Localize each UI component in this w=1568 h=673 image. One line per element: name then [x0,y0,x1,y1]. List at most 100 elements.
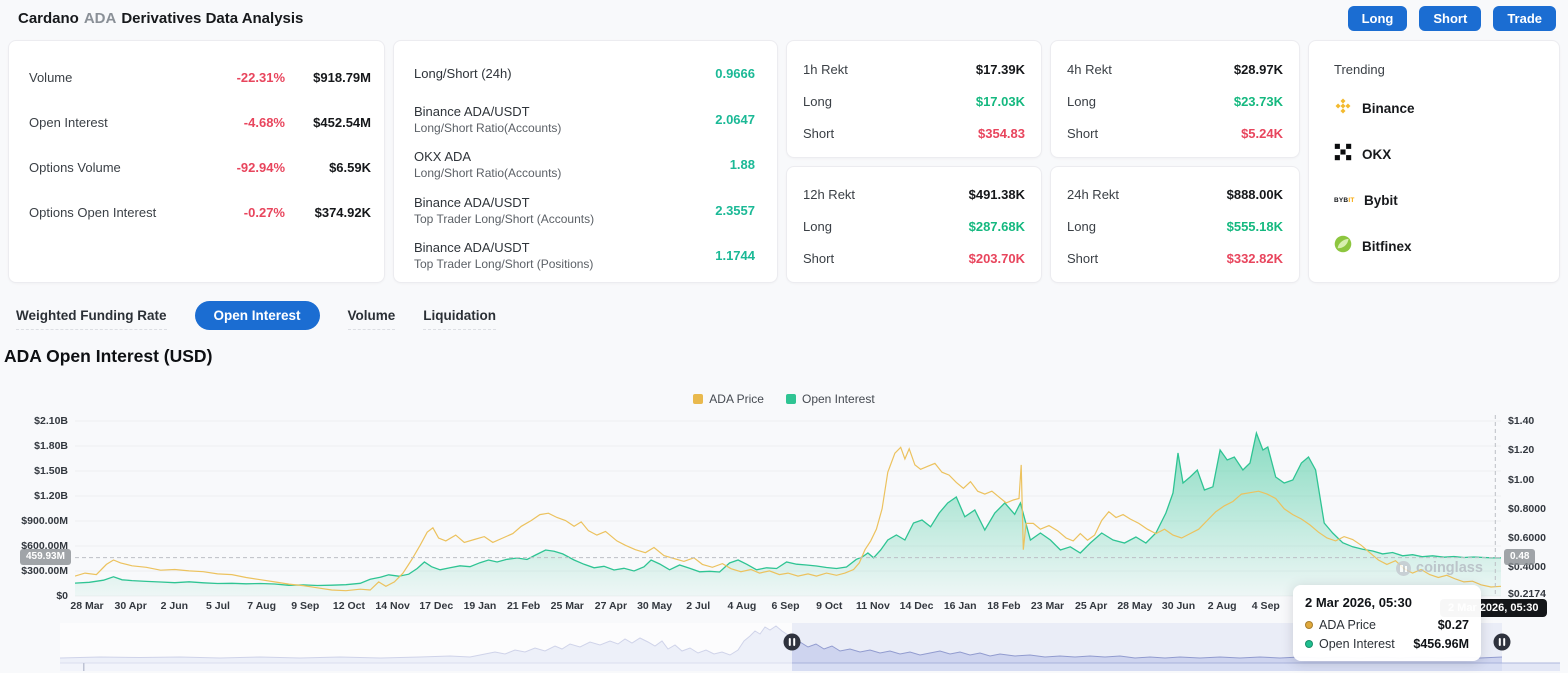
ratio-sublabel: Long/Short Ratio(Accounts) [414,120,562,135]
x-axis-label: 4 Sep [1251,600,1280,612]
y-axis-right-label: $0.8000 [1508,502,1546,515]
rekt-long-value: $23.73K [1233,93,1283,109]
rekt-long-row: Long $17.03K [803,85,1025,117]
long-button[interactable]: Long [1347,5,1408,31]
rekt-short-row: Short $5.24K [1067,117,1283,149]
rekt-long-label: Long [803,93,832,109]
stat-value: $452.54M [313,115,371,130]
legend-item-ada-price[interactable]: ADA Price [693,392,764,406]
trending-item-okx[interactable]: OKX [1334,132,1559,177]
page-title-prefix: Cardano [18,9,79,27]
rekt-long-label: Long [803,219,832,234]
y-axis-left-label: $1.80B [34,440,68,452]
ratio-label: Long/Short (24h) [414,66,512,82]
legend-item-open-interest[interactable]: Open Interest [785,392,875,406]
chart-area: ADA Price Open Interest 459.93M 0.48 2 M… [0,390,1568,673]
market-summary-card: Volume -22.31% $918.79M Open Interest -4… [8,40,385,283]
summary-row-options-open-interest: Options Open Interest -0.27% $374.92K [29,190,371,235]
tab-weighted-funding-rate[interactable]: Weighted Funding Rate [16,302,167,330]
rekt-short-value: $5.24K [1241,125,1283,141]
ratio-label: OKX ADA [414,149,472,165]
rekt-long-label: Long [1067,219,1096,234]
x-axis-label: 7 Aug [247,600,277,612]
rekt-short-label: Short [1067,251,1099,266]
x-axis-label: 23 Mar [1030,600,1065,612]
y-axis-right-label: $1.20 [1508,444,1535,457]
x-axis-label: 16 Jan [943,600,977,612]
page-title: Cardano ADA Derivatives Data Analysis [18,10,303,27]
rekt-total-value: $28.97K [1233,61,1283,77]
stat-value: $6.59K [329,160,371,175]
summary-row-options-volume: Options Volume -92.94% $6.59K [29,145,371,190]
rekt-short-label: Short [1067,125,1099,141]
rekt-short-value: $203.70K [968,251,1025,266]
x-axis-label: 2 Jul [686,600,711,612]
trade-button[interactable]: Trade [1493,5,1556,31]
x-axis-label: 27 Apr [594,600,628,612]
x-axis-label: 12 Oct [332,600,366,612]
rekt-total-value: $888.00K [1226,187,1283,202]
trending-name: Bitfinex [1362,239,1412,254]
rekt-long-row: Long $287.68K [803,211,1025,243]
x-axis-label: 28 Mar [70,600,104,612]
main-chart-plot[interactable] [75,415,1502,597]
ratio-row-okx-accounts: OKX ADA Long/Short Ratio(Accounts) 1.88 [414,142,755,188]
x-axis-label: 18 Feb [987,600,1021,612]
tooltip-value: $456.96M [1413,637,1469,651]
rekt-long-value: $17.03K [975,93,1025,109]
rekt-1h-card: 1h Rekt $17.39K Long $17.03K Short $354.… [786,40,1042,158]
navigator-handle[interactable] [783,633,801,651]
y-axis-left-label: $2.10B [34,415,68,427]
long-short-ratios-card: Long/Short (24h) 0.9666 Binance ADA/USDT… [393,40,778,283]
x-axis-label: 6 Sep [771,600,800,612]
rekt-total-value: $491.38K [968,187,1025,202]
trending-item-binance[interactable]: Binance [1334,86,1559,131]
tab-liquidation[interactable]: Liquidation [423,302,497,330]
stat-change: -0.27% [243,205,285,220]
ratio-label: Binance ADA/USDT [414,194,530,210]
coinglass-watermark: coinglass [1396,560,1483,576]
tooltip-date: 2 Mar 2026, 05:30 [1305,595,1412,610]
rekt-24h-card: 24h Rekt $888.00K Long $555.18K Short $3… [1050,165,1300,283]
stat-label: Options Open Interest [29,205,157,220]
y-axis-right-label: $0.6000 [1508,532,1546,545]
rekt-total-row: 12h Rekt $491.38K [803,179,1025,211]
x-axis-label: 11 Nov [855,600,890,612]
short-button[interactable]: Short [1419,5,1482,31]
y-axis-left-label: $0 [56,590,68,602]
summary-row-open-interest: Open Interest -4.68% $452.54M [29,100,371,145]
ratio-value: 2.0647 [715,111,755,127]
rekt-short-row: Short $354.83 [803,117,1025,149]
x-axis-label: 9 Oct [816,600,843,612]
tooltip-value: $0.27 [1437,618,1469,632]
crosshair-oi-value-badge: 459.93M [20,549,71,565]
tab-volume[interactable]: Volume [347,302,396,330]
bitfinex-icon [1334,235,1352,258]
rekt-long-value: $287.68K [968,219,1025,234]
x-axis-label: 30 Jun [1161,600,1196,612]
rekt-period-label: 1h Rekt [803,61,848,77]
ratio-label: Binance ADA/USDT [414,103,530,119]
rekt-short-value: $354.83 [978,125,1025,141]
x-axis-label: 14 Nov [375,600,410,612]
tooltip-label: Open Interest [1319,637,1395,651]
rekt-total-row: 1h Rekt $17.39K [803,53,1025,85]
trending-card: Trending Binance OKX BYBIT Bybit Bitfine… [1308,40,1560,283]
liquidation-column-1: 1h Rekt $17.39K Long $17.03K Short $354.… [786,40,1042,283]
chart-tooltip: 2 Mar 2026, 05:30 ADA Price $0.27 Open I… [1293,585,1481,661]
ratio-value: 1.1744 [715,248,755,264]
rekt-4h-card: 4h Rekt $28.97K Long $23.73K Short $5.24… [1050,40,1300,158]
stat-change: -92.94% [236,160,285,175]
ratio-sublabel: Long/Short Ratio(Accounts) [414,166,562,181]
rekt-short-label: Short [803,251,835,266]
trending-item-bybit[interactable]: BYBIT Bybit [1334,178,1559,223]
crosshair-price-value-badge: 0.48 [1504,549,1536,565]
x-axis-label: 25 Apr [1075,600,1108,612]
x-axis-label: 5 Jul [206,600,230,612]
page-title-symbol: ADA [83,9,117,27]
trending-item-bitfinex[interactable]: Bitfinex [1334,224,1559,269]
navigator-handle[interactable] [1493,633,1511,651]
tab-open-interest[interactable]: Open Interest [194,301,320,330]
open-interest-swatch-icon [785,394,796,404]
x-axis-label: 30 May [637,600,673,612]
